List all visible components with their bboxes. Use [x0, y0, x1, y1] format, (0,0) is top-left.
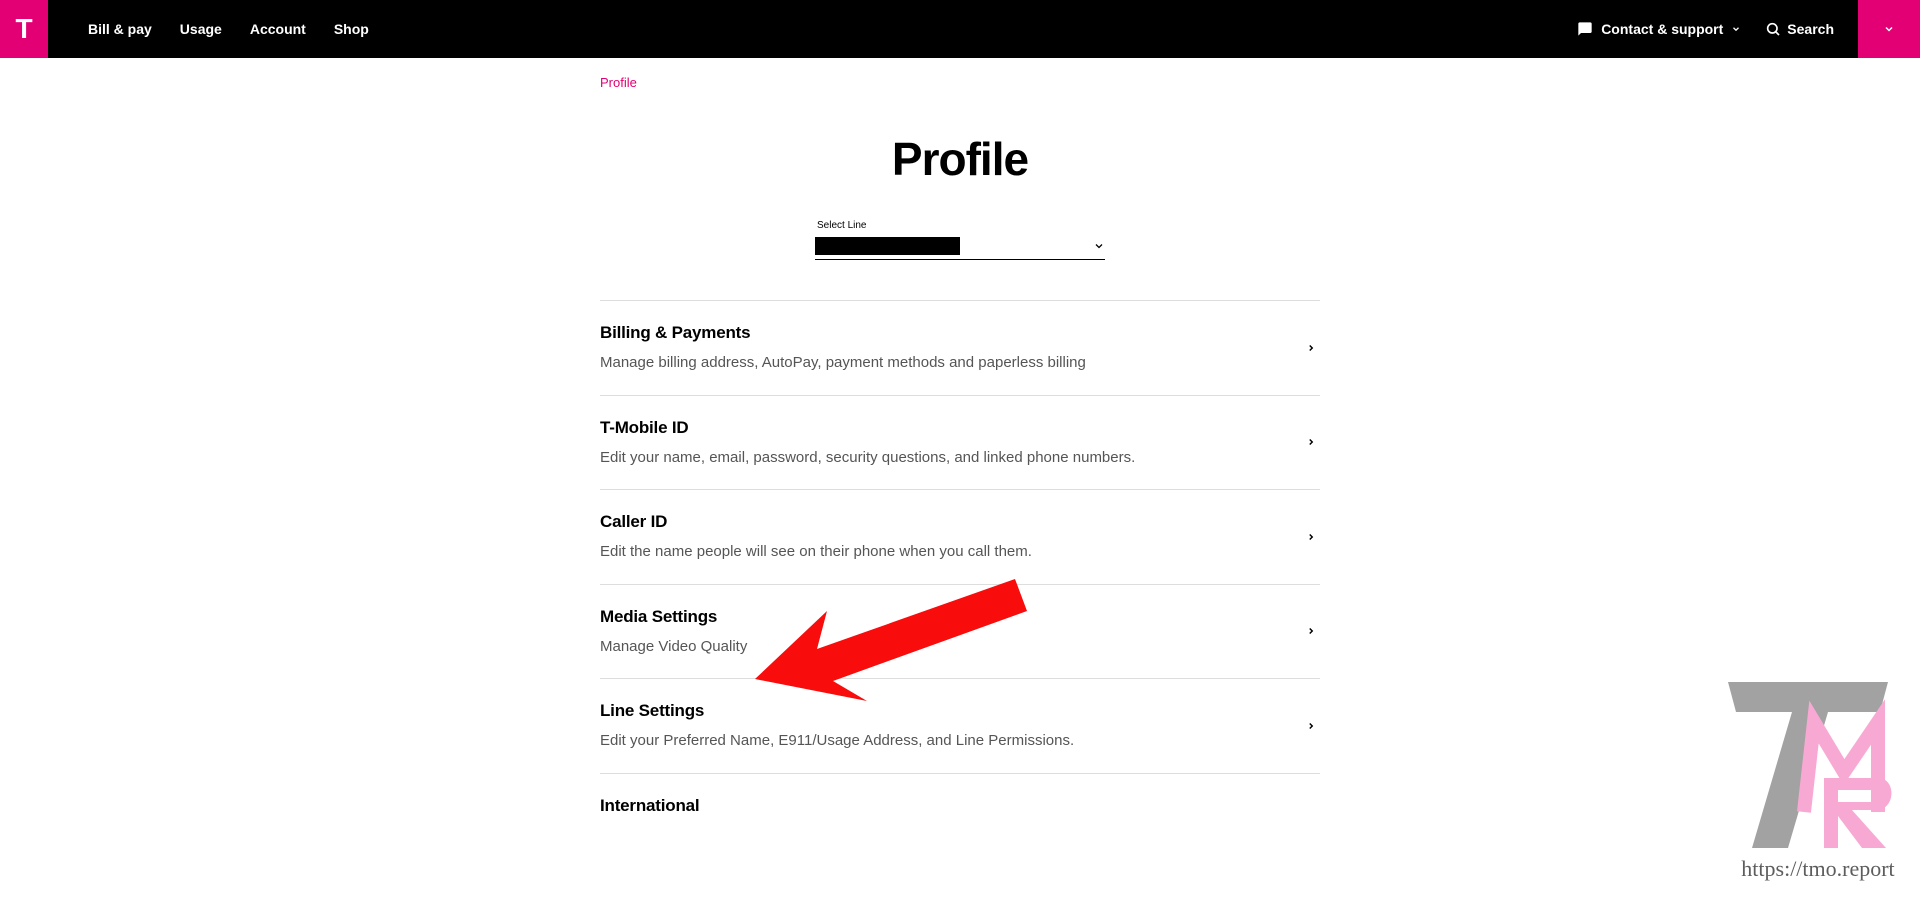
section-title: Line Settings	[600, 701, 1286, 721]
chevron-down-icon	[1731, 24, 1741, 34]
watermark-url: https://tmo.report	[1728, 856, 1908, 882]
section-media-settings[interactable]: Media Settings Manage Video Quality	[600, 585, 1320, 680]
section-list: Billing & Payments Manage billing addres…	[600, 300, 1320, 816]
watermark-logo	[1728, 682, 1908, 852]
section-text: Line Settings Edit your Preferred Name, …	[600, 701, 1286, 751]
section-title: Media Settings	[600, 607, 1286, 627]
chevron-down-icon	[1883, 23, 1895, 35]
contact-support-button[interactable]: Contact & support	[1577, 21, 1741, 37]
section-text: Billing & Payments Manage billing addres…	[600, 323, 1286, 373]
chevron-right-icon	[1306, 530, 1316, 544]
search-button[interactable]: Search	[1765, 21, 1834, 37]
logo-glyph: T	[15, 13, 32, 45]
section-text: Media Settings Manage Video Quality	[600, 607, 1286, 657]
breadcrumb-profile[interactable]: Profile	[600, 75, 637, 90]
chevron-right-icon	[1306, 435, 1316, 449]
contact-support-label: Contact & support	[1601, 21, 1723, 37]
chat-icon	[1577, 21, 1593, 37]
nav-links: Bill & pay Usage Account Shop	[88, 21, 369, 37]
account-dropdown-button[interactable]	[1858, 0, 1920, 58]
section-text: International	[600, 796, 1316, 816]
nav-bill-pay[interactable]: Bill & pay	[88, 21, 152, 37]
section-title: International	[600, 796, 1316, 816]
section-text: Caller ID Edit the name people will see …	[600, 512, 1286, 562]
nav-right: Contact & support Search	[1577, 0, 1920, 58]
search-label: Search	[1787, 21, 1834, 37]
chevron-right-icon	[1306, 624, 1316, 638]
section-desc: Edit your name, email, password, securit…	[600, 448, 1286, 468]
select-line-label: Select Line	[817, 220, 866, 231]
breadcrumb: Profile	[600, 58, 1320, 92]
chevron-right-icon	[1306, 341, 1316, 355]
section-billing-payments[interactable]: Billing & Payments Manage billing addres…	[600, 301, 1320, 396]
search-icon	[1765, 21, 1781, 37]
chevron-right-icon	[1306, 719, 1316, 733]
redacted-line-value	[815, 237, 960, 255]
tmobile-logo[interactable]: T	[0, 0, 48, 58]
section-title: T-Mobile ID	[600, 418, 1286, 438]
watermark: https://tmo.report	[1728, 682, 1908, 882]
main-container: Profile Profile Select Line Billing & Pa…	[580, 58, 1340, 816]
nav-usage[interactable]: Usage	[180, 21, 222, 37]
section-title: Caller ID	[600, 512, 1286, 532]
select-line-field[interactable]: Select Line	[815, 232, 1105, 260]
navbar: T Bill & pay Usage Account Shop Contact …	[0, 0, 1920, 58]
select-line-value[interactable]	[815, 232, 1105, 260]
nav-account[interactable]: Account	[250, 21, 306, 37]
section-international[interactable]: International	[600, 774, 1320, 816]
section-desc: Edit the name people will see on their p…	[600, 542, 1286, 562]
section-text: T-Mobile ID Edit your name, email, passw…	[600, 418, 1286, 468]
section-title: Billing & Payments	[600, 323, 1286, 343]
page-title: Profile	[600, 132, 1320, 186]
section-line-settings[interactable]: Line Settings Edit your Preferred Name, …	[600, 679, 1320, 774]
section-desc: Manage billing address, AutoPay, payment…	[600, 353, 1286, 373]
section-caller-id[interactable]: Caller ID Edit the name people will see …	[600, 490, 1320, 585]
nav-shop[interactable]: Shop	[334, 21, 369, 37]
chevron-down-icon	[1093, 240, 1105, 252]
section-desc: Manage Video Quality	[600, 637, 1286, 657]
section-tmobile-id[interactable]: T-Mobile ID Edit your name, email, passw…	[600, 396, 1320, 491]
section-desc: Edit your Preferred Name, E911/Usage Add…	[600, 731, 1286, 751]
